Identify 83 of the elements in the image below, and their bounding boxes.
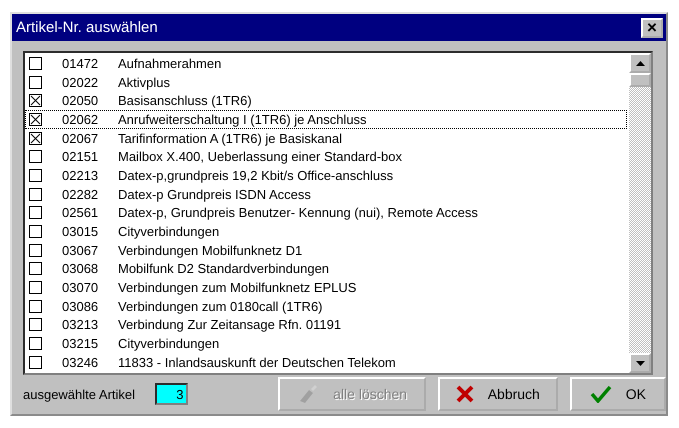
scrollbar[interactable] bbox=[629, 53, 651, 373]
checkbox[interactable] bbox=[29, 168, 42, 182]
scroll-down-button[interactable] bbox=[629, 353, 651, 373]
article-number: 02062 bbox=[62, 112, 100, 127]
article-name: Anrufweiterschaltung I (1TR6) je Anschluss bbox=[118, 112, 367, 127]
list-item[interactable]: 02050 Basisanschluss (1TR6) bbox=[25, 91, 627, 110]
article-name: Datex-p Grundpreis ISDN Access bbox=[118, 186, 311, 202]
article-name: 11833 - Inlandsauskunft der Deutschen Telekom bbox=[118, 354, 396, 370]
list-item[interactable]: 03213 Verbindung Zur Zeitansage Rfn. 01191 bbox=[25, 316, 627, 334]
list-item[interactable]: 03068 Mobilfunk D2 Standardverbindungen bbox=[25, 260, 627, 278]
checkbox[interactable] bbox=[29, 225, 42, 238]
article-number: 03246 bbox=[62, 354, 100, 370]
close-button[interactable]: × bbox=[641, 18, 663, 38]
article-name: Verbindungen zum 0180call (1TR6) bbox=[118, 298, 323, 314]
checkbox[interactable] bbox=[29, 262, 42, 276]
checkbox[interactable] bbox=[29, 150, 42, 164]
checkbox[interactable] bbox=[29, 206, 42, 220]
list-item[interactable]: 02213 Datex-p,grundpreis 19,2 Kbit/s Office-anschluss bbox=[25, 166, 627, 185]
article-name: Aktivplus bbox=[118, 74, 170, 90]
list-item[interactable]: 03086 Verbindungen zum 0180call (1TR6) bbox=[25, 296, 627, 316]
article-name: Verbindungen Mobilfunknetz D1 bbox=[118, 242, 302, 258]
article-name: Mailbox X.400, Ueberlassung einer Standard-box bbox=[118, 149, 402, 164]
article-number: 03213 bbox=[62, 317, 100, 332]
checkbox[interactable] bbox=[29, 112, 42, 126]
list-item[interactable]: 01472 Aufnahmerahmen bbox=[25, 54, 627, 73]
article-number: 03068 bbox=[62, 261, 100, 276]
scroll-thumb[interactable] bbox=[629, 73, 651, 87]
article-name: Cityverbindungen bbox=[118, 336, 220, 352]
article-number: 03086 bbox=[62, 298, 100, 314]
list-item[interactable]: 03246 11833 - Inlandsauskunft der Deutschen Telekom bbox=[25, 353, 627, 372]
list-item[interactable]: 02151 Mailbox X.400, Ueberlassung einer Standard-box bbox=[25, 147, 627, 166]
article-name: Datex-p,grundpreis 19,2 Kbit/s Office-anschluss bbox=[118, 168, 394, 183]
checkbox[interactable] bbox=[29, 132, 42, 145]
article-number: 03215 bbox=[62, 336, 100, 352]
article-number: 03015 bbox=[62, 224, 100, 240]
checkbox[interactable] bbox=[29, 300, 42, 313]
list-item[interactable]: 02022 Aktivplus bbox=[25, 72, 627, 92]
article-name: Verbindung Zur Zeitansage Rfn. 01191 bbox=[118, 317, 342, 332]
checkbox[interactable] bbox=[29, 76, 42, 89]
checkbox[interactable] bbox=[29, 56, 42, 70]
list-item[interactable]: 03215 Cityverbindungen bbox=[25, 334, 627, 353]
article-name: Tarifinformation A (1TR6) je Basiskanal bbox=[118, 130, 342, 146]
article-number: 02050 bbox=[62, 93, 100, 108]
article-name: Mobilfunk D2 Standardverbindungen bbox=[118, 261, 330, 276]
article-number: 02067 bbox=[62, 130, 100, 146]
checkbox[interactable] bbox=[29, 281, 42, 294]
scroll-up-button[interactable] bbox=[629, 53, 651, 73]
ok-button[interactable]: OK bbox=[570, 377, 666, 411]
article-number: 03067 bbox=[62, 242, 100, 258]
count-field[interactable]: 3 bbox=[155, 383, 188, 405]
checkbox[interactable] bbox=[29, 244, 42, 257]
article-name: Cityverbindungen bbox=[118, 224, 220, 240]
close-icon bbox=[456, 385, 474, 403]
list-item[interactable]: 02282 Datex-p Grundpreis ISDN Access bbox=[25, 184, 627, 204]
article-name: Verbindungen zum Mobilfunknetz EPLUS bbox=[118, 280, 356, 296]
article-name: Aufnahmerahmen bbox=[118, 56, 222, 71]
article-name: Datex-p, Grundpreis Benutzer- Kennung (nui), Remote Access bbox=[118, 205, 478, 220]
list-item[interactable]: 03067 Verbindungen Mobilfunknetz D1 bbox=[25, 240, 627, 260]
checkbox[interactable] bbox=[29, 337, 42, 350]
eraser-icon bbox=[297, 384, 320, 404]
article-number: 01472 bbox=[62, 56, 100, 71]
window-title: Artikel-Nr. auswählen bbox=[16, 19, 158, 36]
checkbox[interactable] bbox=[29, 188, 42, 201]
checkbox[interactable] bbox=[29, 318, 42, 332]
list-item[interactable]: 02561 Datex-p, Grundpreis Benutzer- Kennung (nui), Remote Access bbox=[25, 204, 627, 222]
down-arrow-icon bbox=[636, 360, 644, 366]
checkbox[interactable] bbox=[29, 94, 42, 108]
list-item[interactable]: 03070 Verbindungen zum Mobilfunknetz EPLUS bbox=[25, 278, 627, 297]
article-number: 02282 bbox=[62, 186, 100, 202]
selected-count-label: ausgewählte Artikel bbox=[23, 386, 136, 402]
article-number: 02213 bbox=[62, 168, 100, 183]
up-arrow-icon bbox=[636, 60, 644, 66]
article-number: 03070 bbox=[62, 280, 100, 296]
list-item[interactable]: 03015 Cityverbindungen bbox=[25, 222, 627, 241]
article-number: 02561 bbox=[62, 205, 100, 220]
article-number: 02022 bbox=[62, 74, 100, 90]
checkmark-icon bbox=[590, 385, 612, 403]
article-name: Basisanschluss (1TR6) bbox=[118, 93, 252, 108]
cancel-button[interactable]: Abbruch bbox=[438, 377, 558, 411]
article-number: 02151 bbox=[62, 149, 100, 164]
checkbox[interactable] bbox=[29, 356, 42, 369]
list-item[interactable]: 02062 Anrufweiterschaltung I (1TR6) je Anschluss bbox=[25, 110, 627, 129]
list-item[interactable]: 02067 Tarifinformation A (1TR6) je Basiskanal bbox=[25, 128, 627, 148]
